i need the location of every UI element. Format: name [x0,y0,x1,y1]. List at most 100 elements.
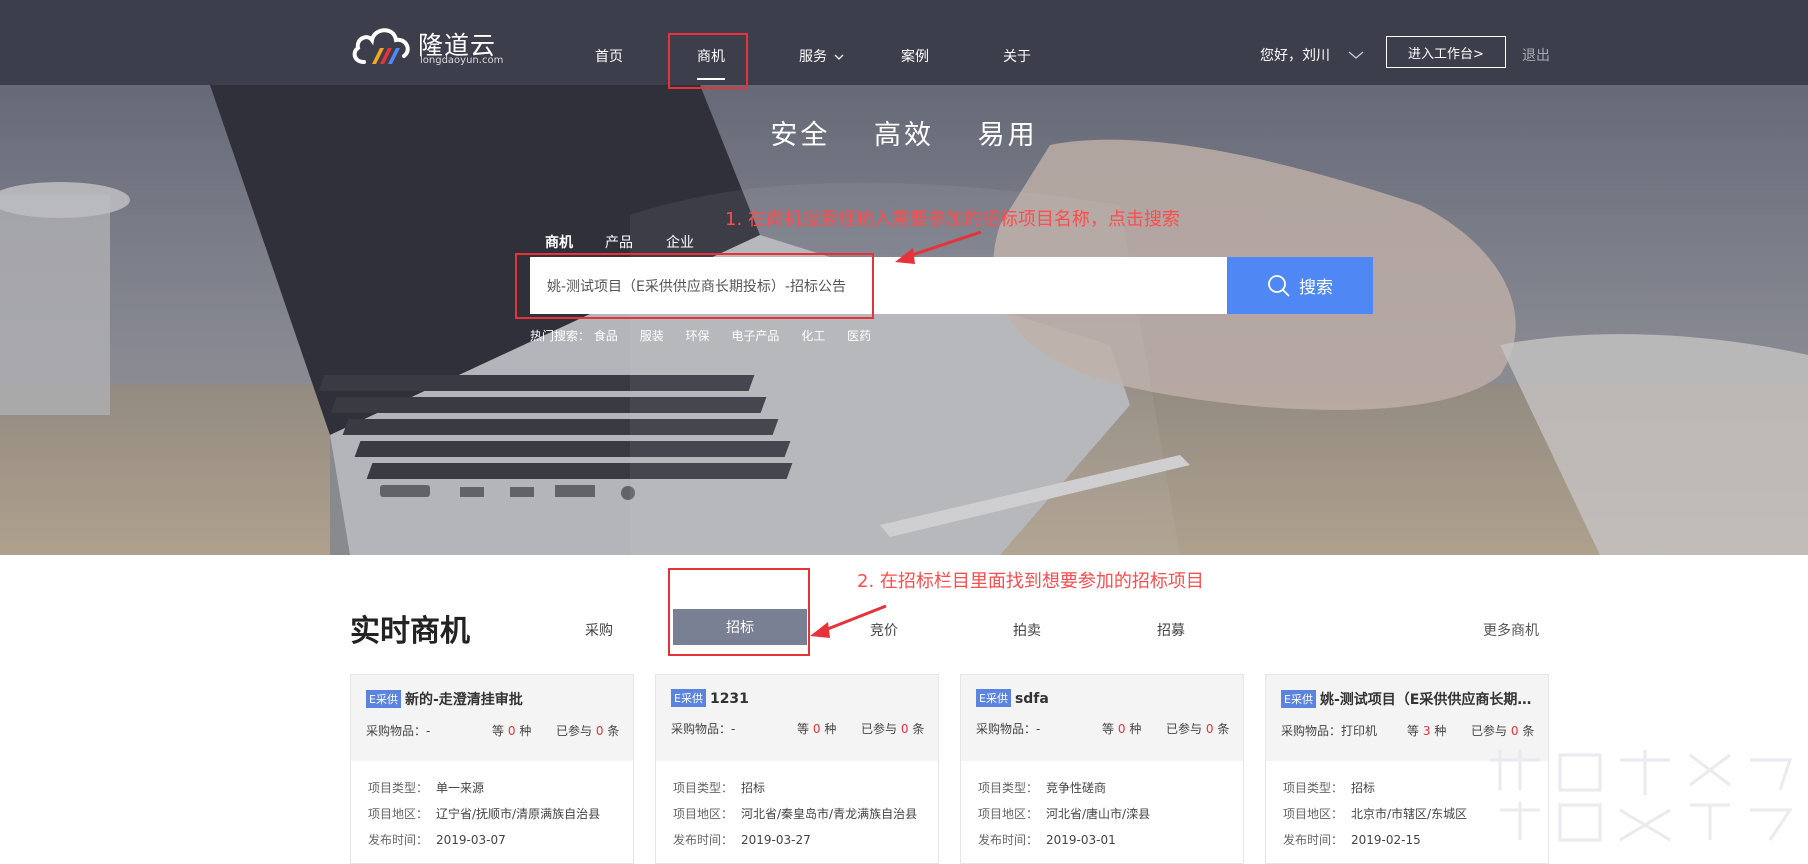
hot-search-term[interactable]: 服装 [640,327,664,344]
type-label: 项目类型： [368,781,429,795]
nav-annotation-highlight [668,33,748,89]
date-value: 2019-02-15 [1351,833,1421,847]
card-title-text: 新的-走澄清挂审批 [404,692,523,708]
publish-date-row: 发布时间： 2019-03-27 [673,831,921,857]
goods-label: 采购物品： [671,722,732,736]
card-meta: 采购物品：- 等 0 种 已参与 0 条 [976,720,1229,737]
opportunity-card[interactable]: E采供 新的-走澄清挂审批 采购物品：- 等 0 种 已参与 0 条 项目类型： 单… [350,674,634,864]
tagline-word: 易用 [977,120,1038,151]
publish-date-row: 发布时间： 2019-03-01 [978,831,1226,857]
joined-value: 0 [1205,722,1214,736]
goods-value: - [731,722,736,736]
kinds-label: 种 [1129,722,1142,736]
date-label: 发布时间： [978,833,1039,847]
opportunity-card[interactable]: E采供 sdfa 采购物品：- 等 0 种 已参与 0 条 项目类型： 竞争性磋商 … [960,674,1244,864]
hot-search-term[interactable]: 化工 [801,327,825,344]
region-value: 辽宁省/抚顺市/清原满族自治县 [436,807,601,821]
more-opportunities-link[interactable]: 更多商机 [1483,620,1539,640]
publish-date-row: 发布时间： 2019-03-07 [368,831,616,857]
hot-search-term[interactable]: 食品 [594,327,618,344]
tagline-word: 高效 [874,120,934,151]
search-button[interactable]: 搜索 [1227,257,1373,314]
logo[interactable]: 隆道云 longdaoyun.com [350,22,510,70]
hot-search-term[interactable]: 环保 [686,327,710,344]
search-tab-products[interactable]: 产品 [605,232,633,252]
kinds-value: 0 [1117,722,1126,736]
card-title[interactable]: E采供 新的-走澄清挂审批 [366,689,618,709]
hero-tagline: 安全 高效 易用 [0,113,1808,152]
search-tab-companies[interactable]: 企业 [666,232,694,252]
type-value: 单一来源 [436,781,485,795]
region-value: 河北省/唐山市/滦县 [1046,807,1151,821]
watermark-seal-icon [1490,750,1793,842]
card-meta: 采购物品：- 等 0 种 已参与 0 条 [366,722,619,739]
goods-label: 采购物品： [976,722,1037,736]
goods-info: 采购物品：- [976,720,1040,737]
kinds-label: 种 [1434,724,1447,738]
search-annotation-highlight [515,253,874,319]
hero-banner: 安全 高效 易用 1. 在商机搜索框输入需要参加的招标项目名称，点击搜索 商机 … [0,85,1808,555]
hot-search-term[interactable]: 医药 [847,327,871,344]
card-body: 项目类型： 竞争性磋商 项目地区： 河北省/唐山市/滦县 发布时间： 2019-03-… [961,761,1243,857]
chevron-down-icon [1349,51,1364,59]
joined-value: 0 [900,722,909,736]
logout-link[interactable]: 退出 [1522,45,1550,65]
source-badge: E采供 [366,690,401,708]
opportunity-card[interactable]: E采供 1231 采购物品：- 等 0 种 已参与 0 条 项目类型： 招标 项目地… [655,674,939,864]
user-greeting[interactable]: 您好，刘川 [1260,45,1364,65]
annotation-arrow-icon [895,230,982,264]
hot-search-term[interactable]: 电子产品 [731,327,779,344]
kinds-label: 种 [519,724,532,738]
goods-label: 采购物品： [1281,724,1342,738]
search-tab-opportunities[interactable]: 商机 [545,232,573,252]
laptop-background-image [0,85,1808,555]
joined-label: 已参与 [556,724,593,738]
hot-searches: 热门搜索： 食品 服装 环保 电子产品 化工 医药 [530,327,889,344]
equal-label: 等 [1102,722,1115,736]
tagline-word: 安全 [770,120,831,151]
hot-search-label: 热门搜索： [530,329,591,343]
goods-label: 采购物品： [366,724,427,738]
region-label: 项目地区： [1283,807,1344,821]
card-title[interactable]: E采供 1231 [671,689,923,707]
card-header: E采供 新的-走澄清挂审批 采购物品：- 等 0 种 已参与 0 条 [351,675,633,761]
joined-info: 已参与 0 条 [1166,720,1229,737]
kinds-info: 等 3 种 [1407,722,1446,739]
nav-services[interactable]: 服务 [799,46,844,66]
items-label: 条 [1217,722,1230,736]
equal-label: 等 [1407,724,1420,738]
project-type-row: 项目类型： 单一来源 [368,779,616,805]
tab-recruit[interactable]: 招募 [1157,620,1185,640]
nav-cases[interactable]: 案例 [901,46,929,66]
joined-info: 已参与 0 条 [861,720,924,737]
card-title-text: sdfa [1014,691,1049,707]
items-label: 条 [607,724,620,738]
kinds-label: 种 [824,722,837,736]
joined-label: 已参与 [861,722,898,736]
date-label: 发布时间： [1283,833,1344,847]
type-value: 招标 [1351,781,1376,795]
type-label: 项目类型： [673,781,734,795]
card-body: 项目类型： 单一来源 项目地区： 辽宁省/抚顺市/清原满族自治县 发布时间： 2019… [351,761,633,857]
type-value: 竞争性磋商 [1046,781,1107,795]
nav-about[interactable]: 关于 [1003,46,1031,66]
annotation-step-2: 2. 在招标栏目里面找到想要参加的招标项目 [857,571,1204,592]
joined-label: 已参与 [1471,724,1508,738]
date-value: 2019-03-07 [436,833,506,847]
joined-value: 0 [595,724,604,738]
workbench-button[interactable]: 进入工作台> [1386,36,1506,68]
tab-procurement[interactable]: 采购 [585,620,613,640]
card-title-text: 姚-测试项目（E采供供应商长期... [1319,692,1533,708]
kinds-value: 0 [812,722,821,736]
type-label: 项目类型： [978,781,1039,795]
joined-info: 已参与 0 条 [556,722,619,739]
nav-home[interactable]: 首页 [595,46,623,66]
top-navigation: 隆道云 longdaoyun.com 首页 商机 服务 案例 关于 您好，刘川 … [0,0,1808,85]
date-label: 发布时间： [368,833,429,847]
card-title[interactable]: E采供 姚-测试项目（E采供供应商长期... [1281,689,1533,709]
tab-auction[interactable]: 拍卖 [1013,620,1041,640]
project-type-row: 项目类型： 招标 [673,779,921,805]
kinds-value: 0 [507,724,516,738]
card-title[interactable]: E采供 sdfa [976,689,1228,707]
goods-info: 采购物品：- [671,720,735,737]
